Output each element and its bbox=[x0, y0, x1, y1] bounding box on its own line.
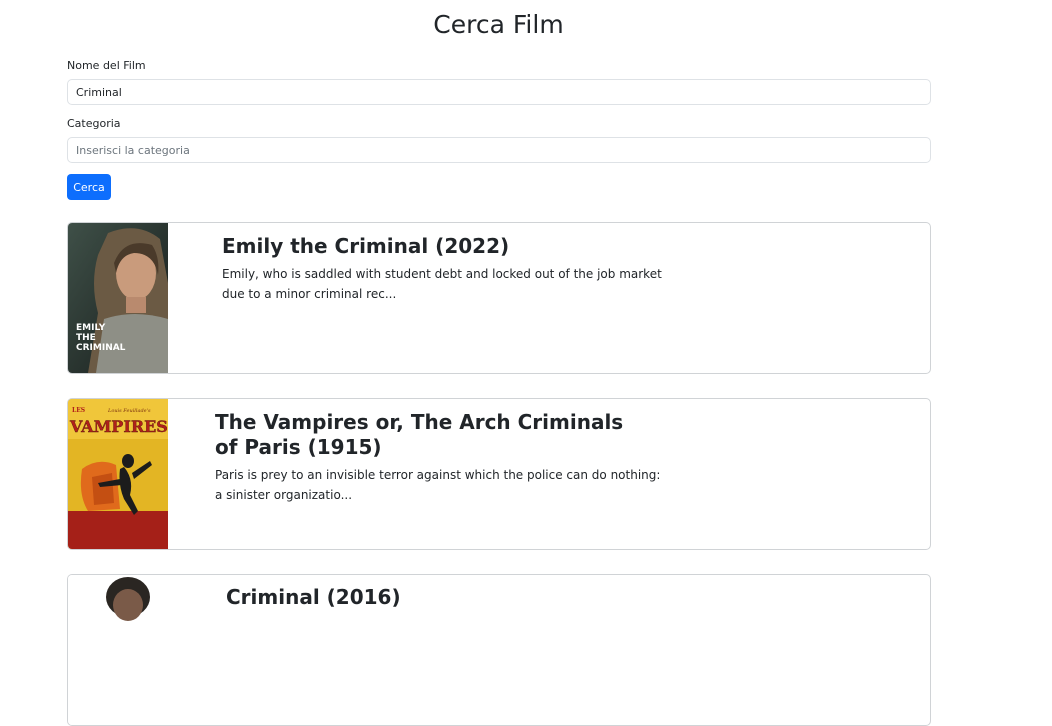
poster-text: VAMPIRES bbox=[69, 417, 168, 436]
movie-overview: Paris is prey to an invisible terror aga… bbox=[215, 468, 661, 502]
movie-name-input[interactable] bbox=[67, 79, 931, 105]
page-title: Cerca Film bbox=[433, 10, 564, 39]
movie-name-label: Nome del Film bbox=[67, 59, 146, 72]
movie-card[interactable]: LES Louis Feuillade's VAMPIRES The Vampi… bbox=[67, 398, 931, 550]
poster-text: LES bbox=[72, 407, 85, 414]
movie-card[interactable]: EMILY THE CRIMINAL Emily the Criminal (2… bbox=[67, 222, 931, 374]
search-button[interactable]: Cerca bbox=[67, 174, 111, 200]
movie-poster bbox=[68, 575, 168, 725]
movie-overview: Emily, who is saddled with student debt … bbox=[222, 267, 662, 301]
movie-title[interactable]: The Vampires or, The Arch Criminals of P… bbox=[215, 410, 645, 460]
movie-title[interactable]: Emily the Criminal (2022) bbox=[222, 234, 652, 259]
movie-title[interactable]: Criminal (2016) bbox=[226, 585, 656, 610]
category-input[interactable] bbox=[67, 137, 931, 163]
movie-poster: EMILY THE CRIMINAL bbox=[68, 223, 168, 373]
poster-title-line: EMILY bbox=[76, 323, 106, 333]
poster-title-line: THE bbox=[76, 333, 96, 343]
category-label: Categoria bbox=[67, 117, 121, 130]
movie-poster: LES Louis Feuillade's VAMPIRES bbox=[68, 399, 168, 549]
poster-title-line: CRIMINAL bbox=[76, 343, 126, 353]
poster-text: Louis Feuillade's bbox=[107, 408, 151, 414]
